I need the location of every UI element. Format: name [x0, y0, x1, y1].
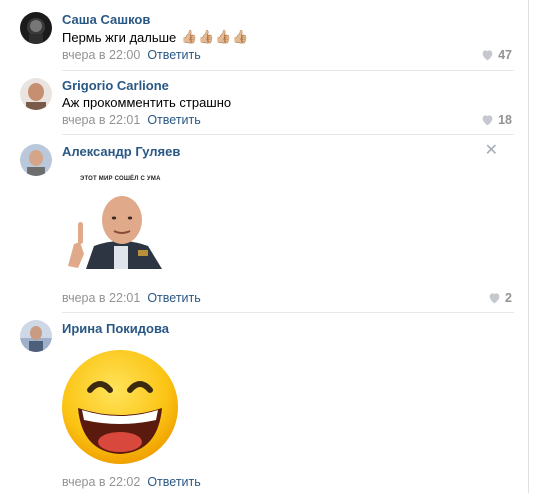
like-button[interactable]: 2	[488, 291, 512, 305]
reply-link[interactable]: Ответить	[147, 475, 200, 489]
comment-meta: вчера в 22:01 Ответить	[62, 291, 201, 305]
comment-item: Александр Гуляев ✕ ЭТОТ МИР СОШЁЛ С УМА …	[0, 134, 528, 314]
avatar[interactable]	[20, 12, 52, 44]
comment-meta: вчера в 22:01 Ответить	[62, 113, 201, 127]
smile-sticker	[60, 348, 180, 466]
comment-text-body: Пермь жги дальше	[62, 29, 177, 45]
like-count: 18	[498, 113, 512, 127]
comment-text: Аж прокомментить страшно	[62, 95, 231, 110]
reply-link[interactable]: Ответить	[147, 48, 200, 62]
comment-meta: вчера в 22:00 Ответить	[62, 48, 201, 62]
like-count: 47	[498, 48, 512, 62]
thumbs-up-emoji: 👍🏼	[181, 29, 198, 44]
sticker	[64, 194, 178, 269]
avatar[interactable]	[20, 144, 52, 176]
heart-icon	[489, 293, 500, 304]
comment-item: Ирина Покидова вчера в 22:02 Ответить	[0, 312, 528, 493]
comment-author[interactable]: Ирина Покидова	[62, 321, 169, 336]
comment-time[interactable]: вчера в 22:01	[62, 113, 140, 127]
comment-author[interactable]: Александр Гуляев	[62, 144, 180, 159]
thumbs-up-emoji: 👍🏼	[215, 29, 232, 44]
comment-text-body: Аж прокомментить страшно	[62, 95, 232, 110]
panel-border	[528, 0, 529, 493]
comment-text: Пермь жги дальше 👍🏼 👍🏼 👍🏼 👍🏼	[62, 29, 249, 45]
comment-item: Grigorio Carlione Аж прокомментить страш…	[0, 70, 528, 135]
thumbs-up-emoji: 👍🏼	[232, 29, 249, 44]
comment-time[interactable]: вчера в 22:00	[62, 48, 140, 62]
like-button[interactable]: 18	[481, 113, 512, 127]
like-button[interactable]: 47	[481, 48, 512, 62]
comment-author[interactable]: Саша Сашков	[62, 12, 150, 27]
heart-icon	[482, 115, 493, 126]
comment-meta: вчера в 22:02 Ответить	[62, 475, 201, 489]
close-icon[interactable]: ✕	[485, 143, 498, 159]
reply-link[interactable]: Ответить	[147, 291, 200, 305]
like-count: 2	[505, 291, 512, 305]
reply-link[interactable]: Ответить	[147, 113, 200, 127]
heart-icon	[482, 50, 493, 61]
comment-item: Саша Сашков Пермь жги дальше 👍🏼 👍🏼 👍🏼 👍🏼 вч…	[0, 0, 528, 75]
thumbs-up-emoji: 👍🏼	[198, 29, 215, 44]
comment-author[interactable]: Grigorio Carlione	[62, 78, 169, 93]
comment-time[interactable]: вчера в 22:02	[62, 475, 140, 489]
comment-time[interactable]: вчера в 22:01	[62, 291, 140, 305]
emoji-group: 👍🏼 👍🏼 👍🏼 👍🏼	[181, 29, 249, 45]
avatar[interactable]	[20, 320, 52, 352]
avatar[interactable]	[20, 78, 52, 110]
sticker-caption: ЭТОТ МИР СОШЁЛ С УМА	[80, 176, 161, 182]
